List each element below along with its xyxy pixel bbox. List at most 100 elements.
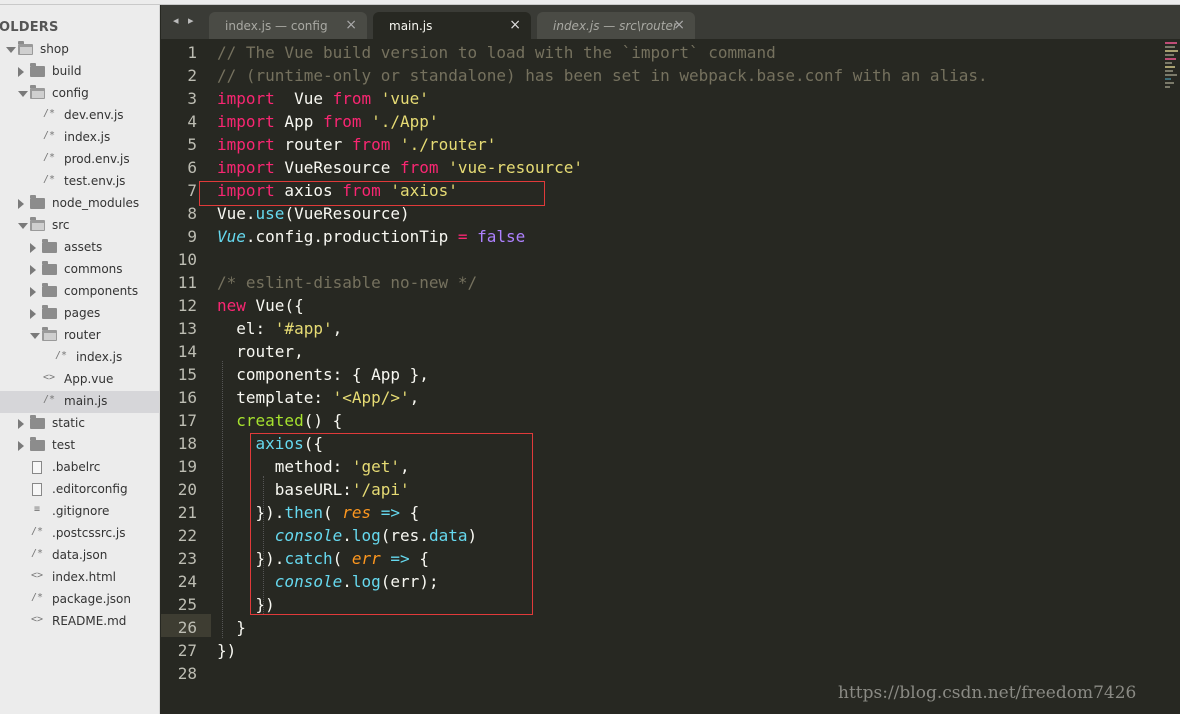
code-token: from xyxy=(400,158,439,177)
sidebar-item-label: prod.env.js xyxy=(64,152,130,166)
line-number: 7 xyxy=(187,181,197,200)
chevron-down-icon[interactable] xyxy=(30,333,40,339)
code-line[interactable]: import Vue from 'vue' xyxy=(217,87,429,110)
code-token: './App' xyxy=(371,112,439,131)
close-icon[interactable]: × xyxy=(509,17,521,33)
chevron-down-icon[interactable] xyxy=(6,47,16,53)
indent-guide xyxy=(222,361,223,638)
tab-label: index.js — src\router xyxy=(553,19,678,33)
chevron-right-icon[interactable] xyxy=(18,199,24,209)
tab-index-js-src-router[interactable]: index.js — src\router × xyxy=(537,12,695,39)
line-number: 27 xyxy=(177,641,197,660)
sidebar-item-label: build xyxy=(52,64,82,78)
sidebar-item-editorconfig[interactable]: .editorconfig xyxy=(0,479,159,501)
sidebar-item-shop[interactable]: shop xyxy=(0,39,159,61)
tab-main-js[interactable]: main.js × xyxy=(373,12,531,39)
tab-index-js-config[interactable]: index.js — config × xyxy=(209,12,367,39)
sidebar-item-label: App.vue xyxy=(64,372,114,386)
code-line[interactable]: import VueResource from 'vue-resource' xyxy=(217,156,583,179)
sidebar-item-prod-env-js[interactable]: /* prod.env.js xyxy=(0,149,159,171)
sidebar-item-main-js[interactable]: /* main.js xyxy=(0,391,159,413)
chevron-right-icon[interactable] xyxy=(18,67,24,77)
line-number: 14 xyxy=(177,342,197,361)
line-number: 24 xyxy=(177,572,197,591)
chevron-right-icon[interactable] xyxy=(30,309,36,319)
code-token: .config.productionTip xyxy=(245,227,458,246)
sidebar-item-dev-env-js[interactable]: /* dev.env.js xyxy=(0,105,159,127)
sidebar-item-index-js[interactable]: /* index.js xyxy=(0,347,159,369)
code-line[interactable]: components: { App }, xyxy=(217,363,429,386)
code-line[interactable]: // The Vue build version to load with th… xyxy=(217,41,776,64)
code-line[interactable]: import App from './App' xyxy=(217,110,439,133)
sidebar-item-label: src xyxy=(52,218,70,232)
code-line[interactable]: new Vue({ xyxy=(217,294,304,317)
chevron-right-icon[interactable] xyxy=(18,419,24,429)
minimap[interactable] xyxy=(1163,40,1180,100)
code-token: /* eslint-disable no-new */ xyxy=(217,273,478,292)
line-number: 2 xyxy=(187,66,197,85)
folder-open-icon xyxy=(30,217,45,231)
folder-icon xyxy=(30,195,45,209)
sidebar-item-index-js[interactable]: /* index.js xyxy=(0,127,159,149)
code-line[interactable]: import router from './router' xyxy=(217,133,496,156)
chevron-down-icon[interactable] xyxy=(18,223,28,229)
code-line[interactable]: el: '#app', xyxy=(217,317,342,340)
sidebar-item-node-modules[interactable]: node_modules xyxy=(0,193,159,215)
sidebar-item-label: index.js xyxy=(76,350,123,364)
sidebar-item-src[interactable]: src xyxy=(0,215,159,237)
highlight-box-axios xyxy=(250,433,533,615)
sidebar-item-label: commons xyxy=(64,262,123,276)
line-number: 3 xyxy=(187,89,197,108)
sidebar-item-data-json[interactable]: /* data.json xyxy=(0,545,159,567)
sidebar-item-label: .postcssrc.js xyxy=(52,526,126,540)
sidebar-item-pages[interactable]: pages xyxy=(0,303,159,325)
sidebar-item-readme-md[interactable]: <> README.md xyxy=(0,611,159,633)
line-number: 15 xyxy=(177,365,197,384)
line-number: 22 xyxy=(177,526,197,545)
code-token: '#app' xyxy=(274,319,333,338)
code-line[interactable]: created() { xyxy=(217,409,342,432)
chevron-right-icon[interactable] xyxy=(30,287,36,297)
chevron-down-icon[interactable] xyxy=(18,91,28,97)
sidebar-item-test[interactable]: test xyxy=(0,435,159,457)
chevron-right-icon[interactable] xyxy=(30,243,36,253)
code-line[interactable]: Vue.config.productionTip = false xyxy=(217,225,525,248)
code-line[interactable]: }) xyxy=(217,639,236,662)
sidebar-item-assets[interactable]: assets xyxy=(0,237,159,259)
sidebar-item-label: node_modules xyxy=(52,196,140,210)
sidebar-item-babelrc[interactable]: .babelrc xyxy=(0,457,159,479)
folder-icon xyxy=(30,437,45,451)
sidebar-item-static[interactable]: static xyxy=(0,413,159,435)
sidebar-item-index-html[interactable]: <> index.html xyxy=(0,567,159,589)
line-number: 25 xyxy=(177,595,197,614)
close-icon[interactable]: × xyxy=(345,17,357,33)
sidebar-item-build[interactable]: build xyxy=(0,61,159,83)
code-token: router xyxy=(274,135,352,154)
sidebar-item-postcssrc-js[interactable]: /* .postcssrc.js xyxy=(0,523,159,545)
sidebar-item-gitignore[interactable]: ≡ .gitignore xyxy=(0,501,159,523)
code-line[interactable]: /* eslint-disable no-new */ xyxy=(217,271,477,294)
code-editor[interactable]: 1 2 3 4 5 6 7 8 9 10 11 12 13 14 15 16 17 18 19 20 21 22 23 24 2… xyxy=(161,39,1180,714)
sidebar-item-label: dev.env.js xyxy=(64,108,124,122)
sidebar-item-test-env-js[interactable]: /* test.env.js xyxy=(0,171,159,193)
line-number: 12 xyxy=(177,296,197,315)
sidebar-item-package-json[interactable]: /* package.json xyxy=(0,589,159,611)
tab-nav-arrows[interactable]: ◂ ▸ xyxy=(173,14,197,27)
sidebar-item-components[interactable]: components xyxy=(0,281,159,303)
chevron-right-icon[interactable] xyxy=(30,265,36,275)
sidebar-item-label: index.js xyxy=(64,130,111,144)
sidebar-item-commons[interactable]: commons xyxy=(0,259,159,281)
code-token: import xyxy=(217,89,275,108)
close-icon[interactable]: × xyxy=(673,17,685,33)
line-number: 1 xyxy=(187,43,197,62)
sidebar-item-app-vue[interactable]: <> App.vue xyxy=(0,369,159,391)
code-line[interactable]: // (runtime-only or standalone) has been… xyxy=(217,64,988,87)
text-file-icon: ≡ xyxy=(33,504,41,515)
code-line[interactable]: router, xyxy=(217,340,303,363)
line-number: 16 xyxy=(177,388,197,407)
sidebar-item-config[interactable]: config xyxy=(0,83,159,105)
sidebar-item-router[interactable]: router xyxy=(0,325,159,347)
chevron-right-icon[interactable] xyxy=(18,441,24,451)
code-line[interactable]: template: '<App/>', xyxy=(217,386,419,409)
